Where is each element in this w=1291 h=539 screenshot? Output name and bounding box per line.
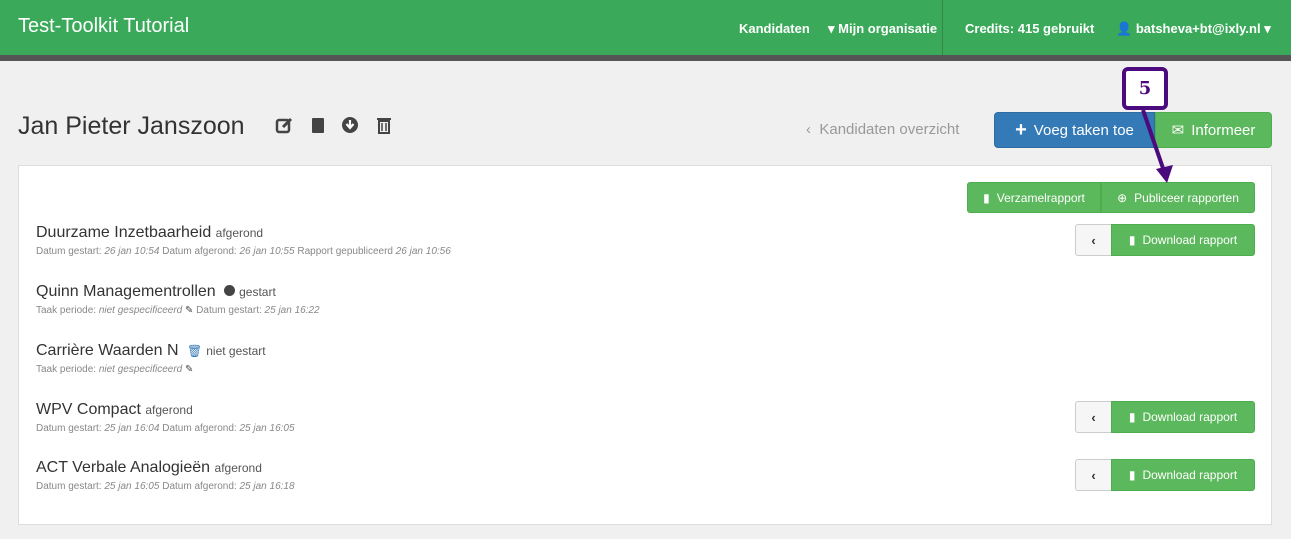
task-row: ACT Verbale Analogieën afgerond Datum ges…	[36, 459, 295, 492]
chevron-left-icon: ‹	[806, 121, 811, 138]
navbar: Test-Toolkit Tutorial Kandidaten ▾ Mijn …	[0, 0, 1291, 55]
task-row: Quinn Managementrollen gestart Taak perio…	[36, 283, 320, 316]
detail-value: 25 jan 16:04	[104, 423, 160, 434]
divider	[942, 0, 943, 55]
task-status: gestart	[239, 285, 276, 299]
task-status: afgerond	[214, 461, 262, 475]
task-status: afgerond	[215, 226, 264, 240]
chevron-left-toggle[interactable]: ‹	[1075, 401, 1112, 433]
file-icon: ▮	[1128, 410, 1136, 424]
nav-organisatie[interactable]: ▾ Mijn organisatie	[828, 21, 937, 37]
task-name: ACT Verbale Analogieën	[36, 459, 211, 476]
nav-kandidaten[interactable]: Kandidaten	[739, 21, 810, 36]
book-icon[interactable]	[309, 116, 327, 134]
detail-value: 25 jan 16:05	[104, 481, 160, 492]
download-report-label: Download rapport	[1142, 468, 1238, 482]
detail-label: Taak periode:	[36, 305, 97, 316]
verzamelrapport-label: Verzamelrapport	[996, 190, 1085, 205]
download-report-button[interactable]: ▮ Download rapport	[1111, 401, 1255, 433]
detail-value: 25 jan 16:18	[239, 481, 295, 492]
edit-icon[interactable]: ✎	[185, 364, 193, 375]
user-menu[interactable]: 👤 batsheva+bt@ixly.nl ▾	[1116, 21, 1271, 37]
detail-label: Datum afgerond:	[162, 246, 237, 257]
callout-arrow	[1141, 109, 1173, 183]
task-status: afgerond	[145, 403, 193, 417]
detail-label: Datum afgerond:	[162, 423, 237, 434]
download-report-label: Download rapport	[1142, 410, 1238, 424]
detail-label: Rapport gepubliceerd	[297, 246, 393, 257]
trash-icon[interactable]	[375, 116, 393, 134]
detail-value: niet gespecificeerd	[98, 364, 183, 375]
add-tasks-label: Voeg taken toe	[1033, 121, 1134, 139]
publish-reports-label: Publiceer rapporten	[1134, 190, 1239, 205]
detail-value: 25 jan 16:05	[239, 423, 295, 434]
download-icon[interactable]	[341, 116, 359, 134]
circle-x-icon	[224, 285, 236, 296]
verzamelrapport-button[interactable]: ▮ Verzamelrapport	[967, 182, 1101, 213]
nav-organisatie-label: Mijn organisatie	[838, 21, 938, 36]
task-row: Carrière Waarden N 🗑 niet gestart Taak per…	[36, 342, 266, 375]
back-label: Kandidaten overzicht	[819, 121, 960, 138]
download-report-button[interactable]: ▮ Download rapport	[1111, 459, 1255, 491]
divider	[0, 55, 1291, 61]
trash-icon[interactable]: 🗑	[187, 344, 202, 358]
detail-value: niet gespecificeerd	[98, 305, 183, 316]
user-icon: 👤	[1116, 21, 1133, 36]
detail-label: Datum gestart:	[196, 305, 262, 316]
task-name: Quinn Managementrollen	[36, 283, 216, 300]
detail-value: 26 jan 10:55	[239, 246, 295, 257]
download-report-label: Download rapport	[1142, 233, 1238, 247]
user-email: batsheva+bt@ixly.nl	[1135, 21, 1261, 36]
detail-label: Datum gestart:	[36, 481, 102, 492]
task-name: WPV Compact	[36, 401, 141, 418]
detail-label: Datum gestart:	[36, 246, 102, 257]
detail-label: Datum afgerond:	[162, 481, 237, 492]
edit-icon[interactable]: ✎	[185, 305, 193, 316]
task-status: niet gestart	[206, 344, 266, 358]
task-name: Duurzame Inzetbaarheid	[36, 224, 212, 241]
file-icon: ▮	[983, 190, 990, 205]
detail-value: 26 jan 10:54	[104, 246, 160, 257]
edit-icon[interactable]	[275, 116, 293, 134]
task-name: Carrière Waarden N	[36, 342, 179, 359]
upload-circle-icon: ⊕	[1117, 190, 1128, 205]
credits: Credits: 415 gebruikt	[965, 21, 1095, 36]
chevron-left-toggle[interactable]: ‹	[1075, 459, 1112, 491]
detail-value: 25 jan 16:22	[264, 305, 320, 316]
file-icon: ▮	[1128, 468, 1136, 482]
page-title: Jan Pieter Janszoon	[18, 112, 245, 140]
detail-label: Datum gestart:	[36, 423, 102, 434]
caret-down-icon: ▾	[828, 21, 835, 36]
plus-icon: +	[1015, 118, 1027, 141]
task-row: Duurzame Inzetbaarheid afgerond Datum ges…	[36, 224, 451, 257]
detail-label: Taak periode:	[36, 364, 97, 375]
back-link[interactable]: ‹ Kandidaten overzicht	[806, 121, 959, 138]
inform-label: Informeer	[1191, 121, 1256, 139]
chevron-left-toggle[interactable]: ‹	[1075, 224, 1112, 256]
detail-value: 26 jan 10:56	[395, 246, 451, 257]
brand[interactable]: Test-Toolkit Tutorial	[18, 15, 189, 38]
caret-down-icon: ▾	[1264, 21, 1271, 36]
download-report-button[interactable]: ▮ Download rapport	[1111, 224, 1255, 256]
task-row: WPV Compact afgerond Datum gestart: 25 ja…	[36, 401, 295, 434]
file-icon: ▮	[1128, 233, 1136, 247]
step-callout: 5	[1122, 67, 1168, 110]
